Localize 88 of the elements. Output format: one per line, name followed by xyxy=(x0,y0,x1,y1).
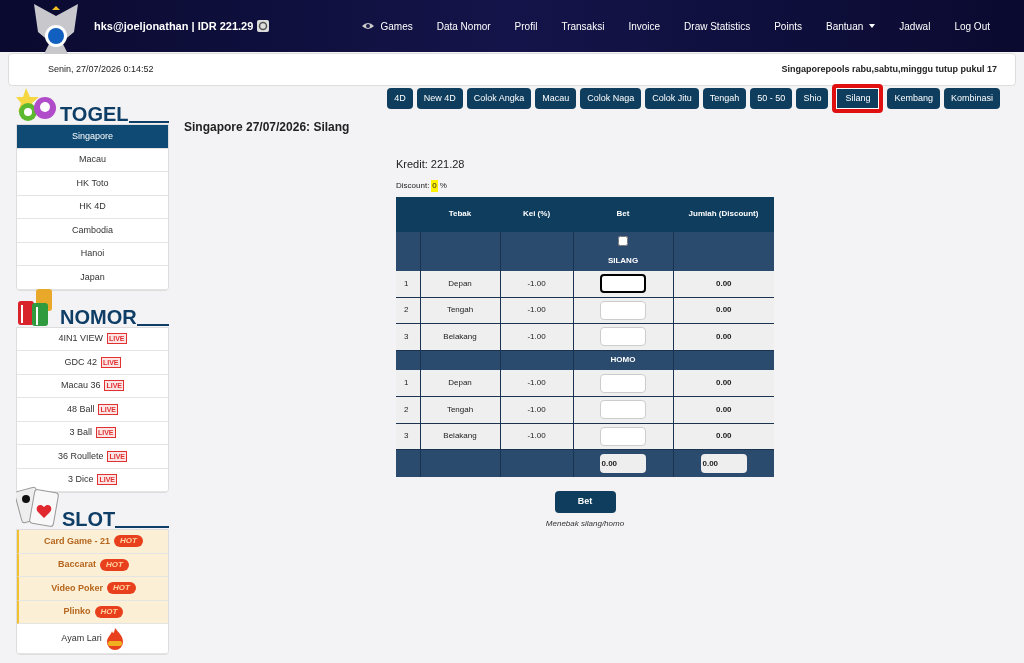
sidebar-item[interactable]: Card Game - 21 HOT xyxy=(17,530,168,554)
sidebar-item[interactable]: Baccarat HOT xyxy=(17,553,168,577)
bet-input[interactable] xyxy=(600,274,646,293)
odds-cell: -1.00 xyxy=(500,323,573,350)
row-number: 2 xyxy=(396,396,420,423)
section-header: SILANG xyxy=(573,250,673,271)
refresh-icon[interactable] xyxy=(257,20,270,32)
hot-badge: HOT xyxy=(100,558,129,571)
nav-link[interactable]: Jadwal xyxy=(899,18,931,34)
sidebar-item[interactable]: Cambodia xyxy=(17,219,168,243)
sidebar-item[interactable]: Macau xyxy=(17,148,168,172)
account-info: hks@joeljonathan | IDR 221.29 xyxy=(94,18,254,34)
guess-cell: Tengah xyxy=(420,297,500,324)
date-time: Senin, 27/07/2026 0:14:52 xyxy=(48,62,154,76)
guess-cell: Tengah xyxy=(420,396,500,423)
amount-cell: 0.00 xyxy=(673,396,774,423)
hot-badge: HOT xyxy=(114,535,143,548)
bet-type-tab[interactable]: Colok Jitu xyxy=(645,88,699,109)
odds-cell: -1.00 xyxy=(500,370,573,397)
bet-type-tab[interactable]: Tengah xyxy=(702,88,747,109)
discount-label: Discount: xyxy=(396,179,430,192)
sidebar-item[interactable]: Video Poker HOT xyxy=(17,577,168,601)
nav-link[interactable]: Games xyxy=(362,18,413,34)
hint-text: Menebak silang/homo xyxy=(545,517,625,530)
total-amount-field: 0.00 xyxy=(700,453,747,473)
bet-type-tab[interactable]: Colok Angka xyxy=(466,88,532,109)
flame-icon xyxy=(105,627,124,650)
guess-cell: Belakang xyxy=(420,323,500,350)
bet-type-tab[interactable]: Shio xyxy=(796,88,829,109)
bet-type-tab[interactable]: Silang xyxy=(832,84,884,113)
amount-cell: 0.00 xyxy=(673,323,774,350)
column-header: Kei (%) xyxy=(500,196,573,232)
amount-cell: 0.00 xyxy=(673,270,774,297)
page-title: Singapore 27/07/2026: Silang xyxy=(184,119,351,136)
bet-type-tab[interactable]: 50 - 50 xyxy=(750,88,793,109)
odds-cell: -1.00 xyxy=(500,423,573,450)
odds-cell: -1.00 xyxy=(500,297,573,324)
column-header: Bet xyxy=(573,196,673,232)
row-number: 3 xyxy=(396,423,420,450)
nav-link[interactable]: Profil xyxy=(514,18,538,34)
announcement: Singaporepools rabu,sabtu,minggu tutup pukul 17 xyxy=(781,62,997,76)
section-heading: SLOT xyxy=(62,509,116,529)
sidebar-item[interactable]: Plinko HOT xyxy=(17,600,168,624)
eye-icon xyxy=(362,22,375,30)
bet-button[interactable]: Bet xyxy=(554,490,616,513)
nav-link[interactable]: Points xyxy=(774,18,802,34)
amount-cell: 0.00 xyxy=(673,370,774,397)
guess-cell: Belakang xyxy=(420,423,500,450)
guess-cell: Depan xyxy=(420,270,500,297)
nav-link[interactable]: Data Nomor xyxy=(436,18,491,34)
nav-link[interactable]: Log Out xyxy=(954,18,990,34)
bet-type-tab[interactable]: Kembang xyxy=(887,88,940,109)
row-number: 1 xyxy=(396,370,420,397)
bet-type-tab[interactable]: New 4D xyxy=(416,88,463,109)
percent-sign: % xyxy=(439,179,447,192)
sidebar-item[interactable]: HK Toto xyxy=(17,172,168,196)
sidebar-item[interactable]: Ayam Lari xyxy=(17,624,168,654)
nav-link[interactable]: Transaksi xyxy=(561,18,605,34)
column-header: Jumlah (Discount) xyxy=(673,196,774,232)
sidebar-item[interactable]: HK 4D xyxy=(17,195,168,219)
section-heading: NOMOR xyxy=(60,306,137,327)
guess-cell: Depan xyxy=(420,370,500,397)
odds-cell: -1.00 xyxy=(500,270,573,297)
select-all-checkbox[interactable] xyxy=(618,235,628,246)
bet-type-tab[interactable]: Macau xyxy=(535,88,577,109)
amount-cell: 0.00 xyxy=(673,423,774,450)
amount-cell: 0.00 xyxy=(673,297,774,324)
sidebar-item[interactable]: Hanoi xyxy=(17,242,168,266)
odds-cell: -1.00 xyxy=(500,396,573,423)
discount-value: 0 xyxy=(431,179,438,192)
nav-link[interactable]: Bantuan xyxy=(826,18,876,34)
sidebar-item[interactable]: Japan xyxy=(17,266,168,290)
bet-type-tab[interactable]: Kombinasi xyxy=(943,88,1000,109)
nav-link[interactable]: Draw Statistics xyxy=(684,18,751,34)
section-heading: TOGEL xyxy=(60,104,129,124)
bet-type-tab[interactable]: 4D xyxy=(387,88,413,109)
nav-link[interactable]: Invoice xyxy=(628,18,661,34)
credit-text: Kredit: 221.28 xyxy=(396,157,466,172)
hot-badge: HOT xyxy=(94,605,124,618)
row-number: 2 xyxy=(396,297,420,324)
total-bet-field: 0.00 xyxy=(599,453,646,473)
row-number: 1 xyxy=(396,270,420,297)
column-header: Tebak xyxy=(420,196,500,232)
hot-badge: HOT xyxy=(107,582,136,595)
row-number: 3 xyxy=(396,323,420,350)
caret-icon xyxy=(869,24,876,28)
sidebar-item[interactable]: Singapore xyxy=(17,125,168,149)
bet-type-tab[interactable]: Colok Naga xyxy=(580,88,642,109)
